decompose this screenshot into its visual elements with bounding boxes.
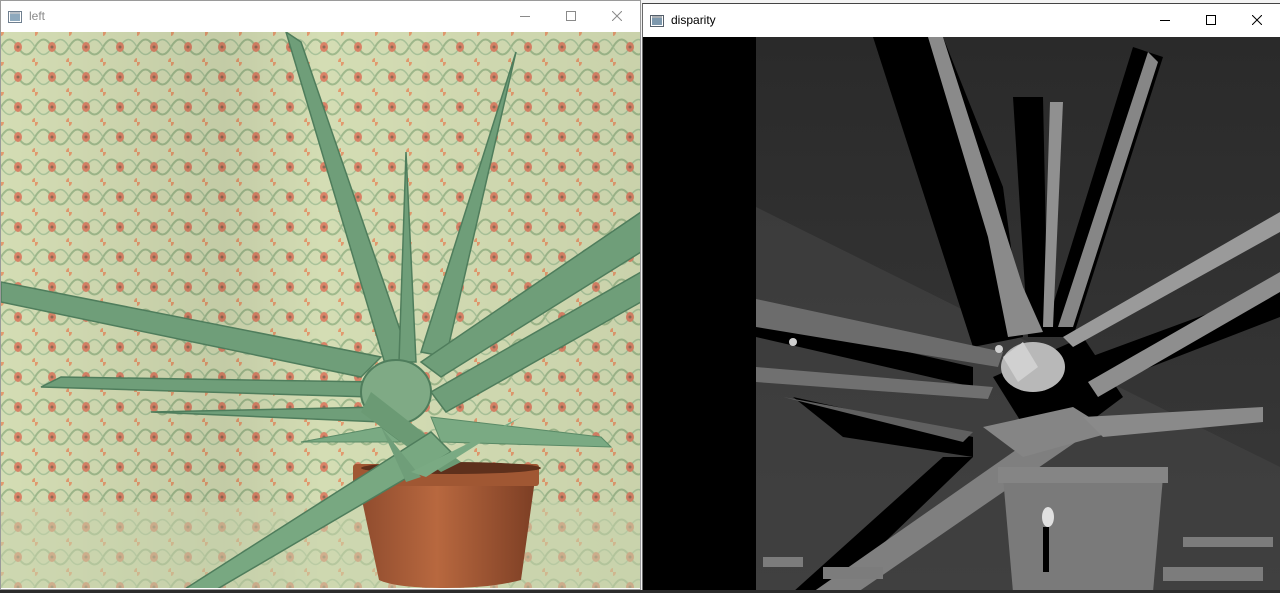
left-image-window[interactable]: left (0, 0, 641, 590)
left-window-caption-buttons (502, 1, 640, 31)
disparity-window[interactable]: disparity (642, 3, 1280, 593)
left-image-canvas (1, 32, 640, 588)
disparity-map-image (643, 37, 1280, 592)
left-window-title: left (29, 9, 46, 23)
maximize-icon (1206, 14, 1216, 25)
left-window-titlebar[interactable]: left (1, 1, 640, 31)
aloe-plant-photo (1, 32, 640, 588)
close-button[interactable] (594, 1, 640, 31)
window-app-icon (650, 14, 664, 27)
desktop: left disparity (0, 0, 1280, 593)
disparity-window-caption-buttons (1142, 4, 1280, 35)
minimize-button[interactable] (1142, 4, 1188, 35)
maximize-button[interactable] (548, 1, 594, 31)
close-icon (612, 11, 622, 21)
disparity-map-canvas (643, 37, 1280, 592)
minimize-icon (1160, 19, 1170, 21)
disparity-window-title: disparity (671, 12, 716, 27)
disparity-window-titlebar[interactable]: disparity (643, 4, 1280, 35)
maximize-icon (566, 11, 576, 21)
close-icon (1252, 14, 1262, 25)
minimize-button[interactable] (502, 1, 548, 31)
close-button[interactable] (1234, 4, 1280, 35)
minimize-icon (520, 16, 530, 17)
maximize-button[interactable] (1188, 4, 1234, 35)
window-app-icon (8, 10, 22, 23)
